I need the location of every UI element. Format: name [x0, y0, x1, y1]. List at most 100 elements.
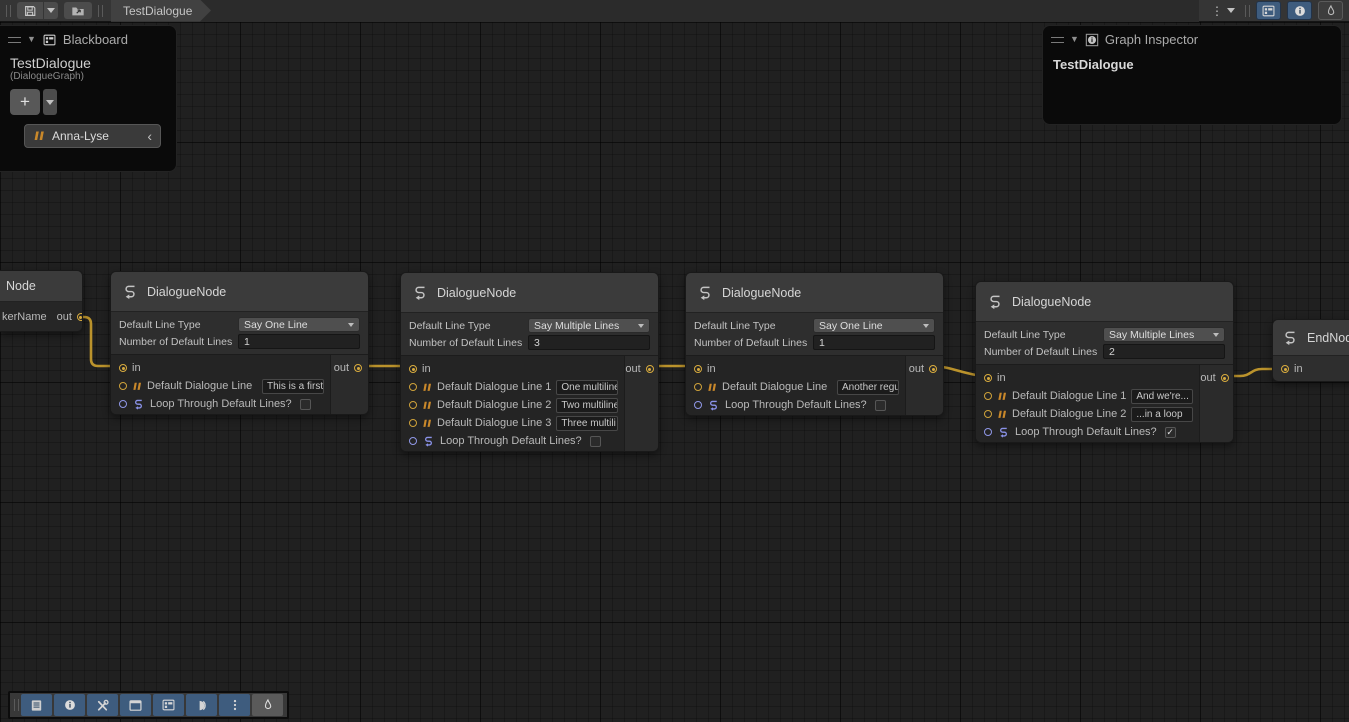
node-title[interactable]: DialogueNode [111, 272, 368, 312]
foldout-icon[interactable]: ▼ [1070, 35, 1079, 44]
port-dialogue-line-1[interactable] [409, 383, 417, 391]
loop-checkbox[interactable]: ✓ [1165, 427, 1176, 438]
dialogue-line-field[interactable]: Two multiline [556, 398, 618, 413]
open-asset-button[interactable] [64, 2, 92, 19]
port-dialogue-line-1[interactable] [984, 392, 992, 400]
graph-inspector-toggle-button[interactable] [1287, 1, 1312, 20]
save-button[interactable] [17, 2, 43, 19]
node-title[interactable]: Node [0, 271, 82, 302]
port-label: out [1200, 372, 1215, 384]
port-loop[interactable] [409, 437, 417, 445]
prop-label: Default Line Type [119, 319, 238, 331]
port-dialogue-line-2[interactable] [984, 410, 992, 418]
line-type-dropdown[interactable]: Say One Line [238, 317, 360, 332]
port-in[interactable] [119, 364, 127, 372]
node-title[interactable]: DialogueNode [401, 273, 658, 313]
dialogue-line-field[interactable]: This is a first [262, 379, 324, 394]
port-dialogue-line-3[interactable] [409, 419, 417, 427]
port-out[interactable] [646, 365, 654, 373]
tools-toggle-button[interactable] [87, 694, 118, 716]
port-label: out [57, 311, 72, 323]
port-label: Default Dialogue Line [722, 381, 827, 393]
dialogue-line-field[interactable]: One multiline [556, 380, 618, 395]
port-in[interactable] [694, 365, 702, 373]
preview-toggle-button[interactable] [186, 694, 217, 716]
port-loop[interactable] [119, 400, 127, 408]
toolbar-drag-handle[interactable] [14, 699, 19, 711]
more-options-button[interactable] [219, 694, 250, 716]
drag-handle-icon[interactable] [1051, 37, 1064, 43]
folder-open-icon [70, 4, 86, 18]
graph-inspector-header[interactable]: ▼ Graph Inspector [1043, 26, 1341, 51]
info-toggle-button[interactable] [54, 694, 85, 716]
node-title[interactable]: DialogueNode [686, 273, 943, 313]
node-title[interactable]: EndNode [1273, 320, 1349, 356]
node-title[interactable]: DialogueNode [976, 282, 1233, 322]
toolbar-drag-handle[interactable] [1245, 5, 1250, 17]
num-lines-field[interactable]: 1 [238, 334, 360, 349]
preview-toggle-button[interactable] [1318, 1, 1343, 20]
add-property-button[interactable]: + [10, 89, 40, 115]
node-dialogue-2[interactable]: DialogueNode Default Line Type Say Multi… [400, 272, 659, 452]
blackboard-field-anna-lyse[interactable]: Anna-Lyse ‹ [24, 124, 161, 148]
blackboard-icon [161, 698, 176, 712]
console-toggle-button[interactable] [21, 694, 52, 716]
loop-checkbox[interactable] [300, 399, 311, 410]
tools-icon [95, 698, 110, 713]
dropdown-value: Say One Line [819, 320, 919, 332]
node-dialogue-3[interactable]: DialogueNode Default Line Type Say One L… [685, 272, 944, 416]
blackboard-header[interactable]: ▼ Blackboard [0, 26, 176, 51]
tab-testdialogue[interactable]: TestDialogue [111, 0, 211, 22]
port-label: Loop Through Default Lines? [440, 435, 582, 447]
port-out[interactable] [77, 313, 83, 321]
port-label: in [422, 363, 431, 375]
info-icon [1293, 4, 1307, 18]
window-toggle-button[interactable] [120, 694, 151, 716]
foldout-icon[interactable]: ▼ [27, 35, 36, 44]
node-speaker-partial[interactable]: Node kerName out [0, 270, 83, 332]
node-dialogue-4[interactable]: DialogueNode Default Line Type Say Multi… [975, 281, 1234, 443]
port-in[interactable] [1281, 365, 1289, 373]
blackboard-panel: ▼ Blackboard TestDialogue (DialogueGraph… [0, 25, 177, 172]
dialogue-line-field[interactable]: ...in a loop [1131, 407, 1193, 422]
num-lines-field[interactable]: 1 [813, 335, 935, 350]
window-icon [128, 698, 143, 713]
line-type-dropdown[interactable]: Say Multiple Lines [1103, 327, 1225, 342]
port-dialogue-line-2[interactable] [409, 401, 417, 409]
port-out[interactable] [929, 365, 937, 373]
port-dialogue-line[interactable] [119, 382, 127, 390]
bottom-toolbar [8, 691, 289, 719]
collapse-left-icon[interactable]: ‹ [147, 129, 152, 143]
save-dropdown-button[interactable] [44, 2, 58, 19]
port-in[interactable] [984, 374, 992, 382]
port-dialogue-line[interactable] [694, 383, 702, 391]
port-out[interactable] [1221, 374, 1229, 382]
port-out[interactable] [354, 364, 362, 372]
loop-checkbox[interactable] [590, 436, 601, 447]
dialogue-line-field[interactable]: Another regu [837, 380, 899, 395]
toolbar-drag-handle[interactable] [6, 5, 11, 17]
add-property-dropdown-button[interactable] [43, 89, 57, 115]
dialogue-line-field[interactable]: Three multili [556, 416, 618, 431]
blackboard-toggle-button[interactable] [153, 694, 184, 716]
drag-handle-icon[interactable] [8, 37, 21, 43]
dialogue-node-icon [411, 284, 429, 302]
node-dialogue-1[interactable]: DialogueNode Default Line Type Say One L… [110, 271, 369, 415]
prop-label: Number of Default Lines [409, 337, 528, 349]
line-type-dropdown[interactable]: Say One Line [813, 318, 935, 333]
flame-toggle-button[interactable] [252, 694, 283, 716]
port-loop[interactable] [694, 401, 702, 409]
port-in[interactable] [409, 365, 417, 373]
more-options-button[interactable]: ⋮ [1207, 5, 1239, 17]
node-title-label: Node [6, 279, 36, 293]
node-end-partial[interactable]: EndNode in [1272, 319, 1349, 382]
line-type-dropdown[interactable]: Say Multiple Lines [528, 318, 650, 333]
port-loop[interactable] [984, 428, 992, 436]
toolbar-drag-handle[interactable] [98, 5, 103, 17]
quote-icon [33, 131, 45, 141]
num-lines-field[interactable]: 3 [528, 335, 650, 350]
dialogue-line-field[interactable]: And we're... [1131, 389, 1193, 404]
num-lines-field[interactable]: 2 [1103, 344, 1225, 359]
loop-checkbox[interactable] [875, 400, 886, 411]
blackboard-toggle-button[interactable] [1256, 1, 1281, 20]
